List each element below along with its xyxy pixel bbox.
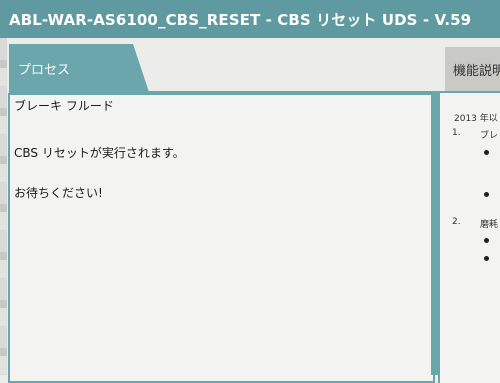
bullet-icon — [484, 256, 489, 261]
description-scrollbar[interactable] — [431, 93, 438, 375]
process-line-fluid: ブレーキ フルード — [14, 99, 114, 113]
tab-description[interactable]: 機能説明 — [445, 47, 500, 91]
description-panel: 2013 年以 1. ブレ 2. 磨耗 — [438, 93, 500, 383]
description-item-1-text: ブレ — [480, 131, 499, 141]
description-item-1-number: 1. — [452, 128, 461, 138]
description-item-2-text: 磨耗 — [480, 220, 499, 230]
title-bar: ABL-WAR-AS6100_CBS_RESET - CBS リセット UDS … — [0, 0, 500, 38]
bullet-icon — [484, 192, 489, 197]
tab-process-label: プロセス — [18, 63, 71, 78]
left-edge-strip — [0, 38, 7, 375]
tab-process[interactable]: プロセス — [9, 44, 149, 92]
description-item-2-number: 2. — [452, 217, 461, 227]
bullet-icon — [484, 238, 489, 243]
tab-description-label: 機能説明 — [453, 64, 500, 79]
process-line-reset: CBS リセットが実行されます。 — [14, 146, 185, 160]
process-panel: ブレーキ フルード CBS リセットが実行されます。 お待ちください! — [8, 93, 435, 383]
window-title: ABL-WAR-AS6100_CBS_RESET - CBS リセット UDS … — [9, 11, 472, 29]
process-line-wait: お待ちください! — [14, 186, 103, 200]
description-intro: 2013 年以 — [454, 114, 498, 124]
bullet-icon — [484, 150, 489, 155]
